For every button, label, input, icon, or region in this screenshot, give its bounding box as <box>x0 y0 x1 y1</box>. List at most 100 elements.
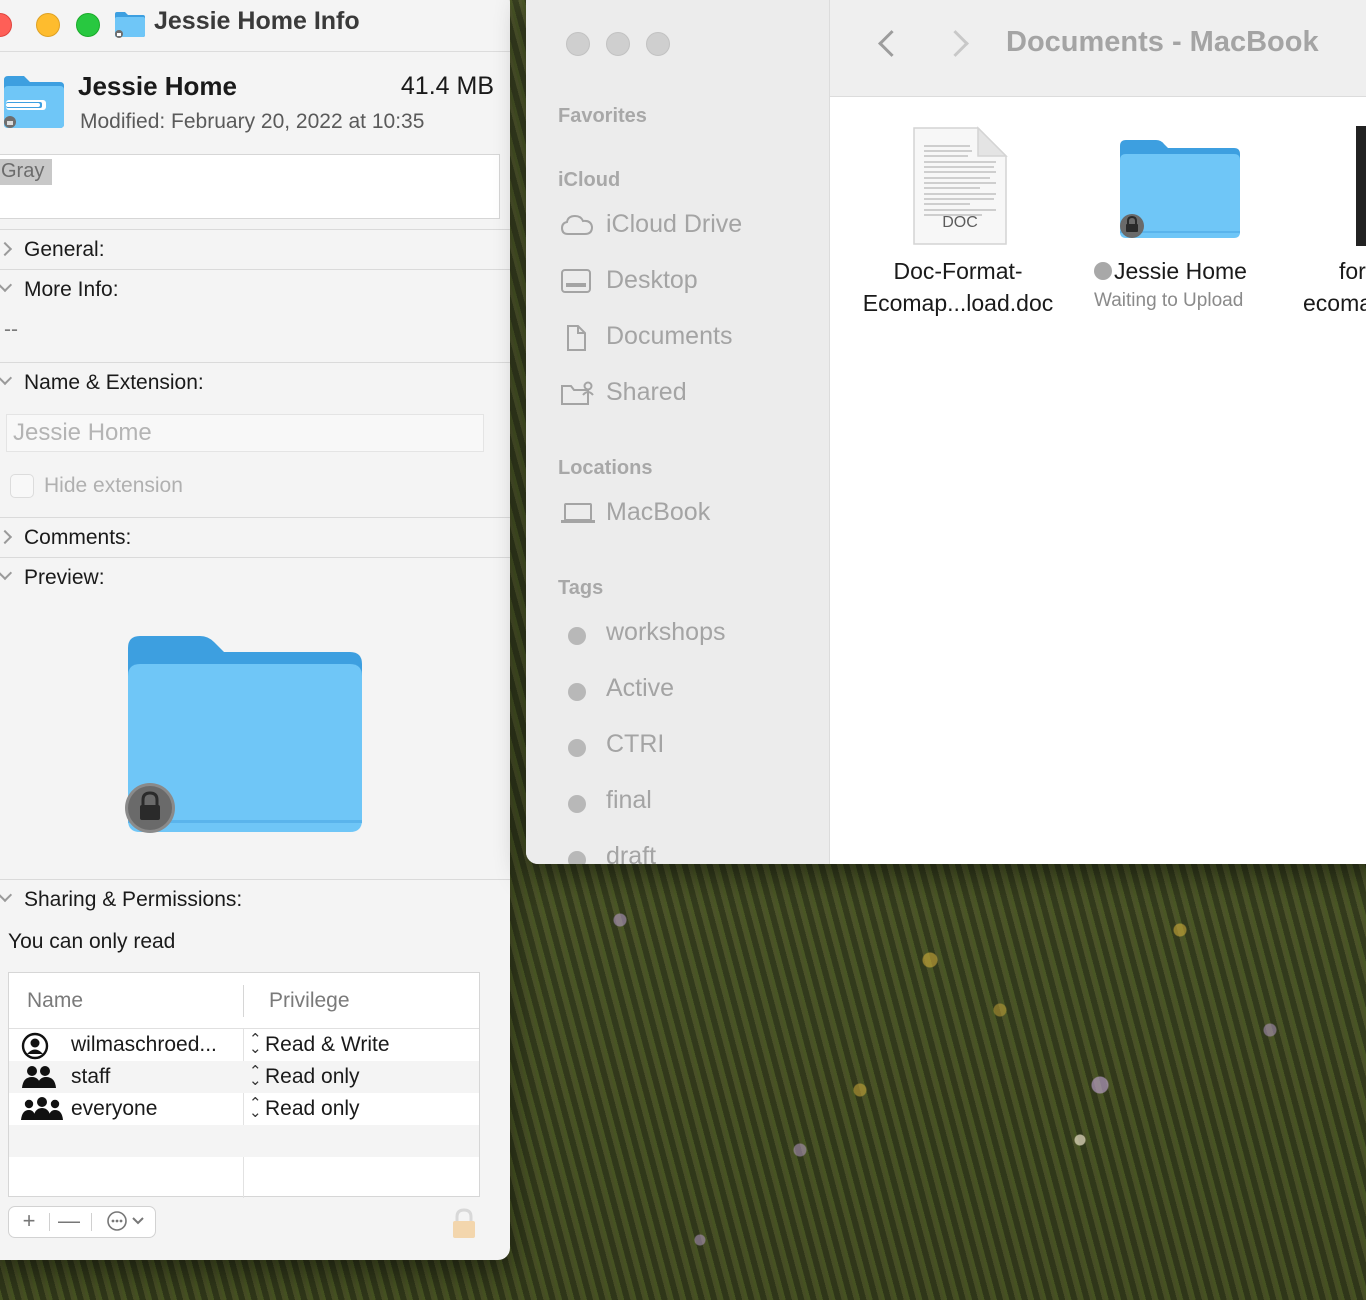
table-row[interactable]: staff ⌃ ⌄ Read only <box>9 1061 479 1093</box>
file-partial[interactable] <box>1354 126 1366 253</box>
sidebar-tag-workshops[interactable]: workshops <box>558 616 818 652</box>
minimize-button[interactable] <box>606 32 630 56</box>
lock-icon[interactable] <box>450 1208 478 1245</box>
chevron-down-icon <box>0 890 12 910</box>
sidebar-heading-favorites[interactable]: Favorites <box>558 105 647 128</box>
section-label: Comments: <box>24 526 132 549</box>
sidebar-tag-draft[interactable]: draft <box>558 840 818 864</box>
sidebar-heading-locations[interactable]: Locations <box>558 457 652 480</box>
section-label: Sharing & Permissions: <box>24 888 243 911</box>
file-name[interactable]: ecoma <box>1303 290 1366 317</box>
file-name[interactable]: for <box>1339 258 1366 285</box>
section-label: Name & Extension: <box>24 371 204 394</box>
zoom-button[interactable] <box>646 32 670 56</box>
table-row[interactable]: everyone ⌃ ⌄ Read only <box>9 1093 479 1125</box>
column-divider <box>243 985 244 1017</box>
tag-chip-gray[interactable]: Gray <box>0 159 53 185</box>
table-row-empty <box>9 1125 479 1157</box>
file-name[interactable]: Jessie Home <box>1114 258 1247 285</box>
remove-user-button[interactable]: — <box>53 1207 85 1237</box>
section-more-info[interactable]: More Info: <box>0 269 510 309</box>
sidebar-item-label: draft <box>606 842 657 864</box>
sidebar-item-desktop[interactable]: Desktop <box>558 264 818 300</box>
close-button[interactable] <box>566 32 590 56</box>
table-row[interactable]: wilmaschroed... ⌃ ⌄ Read & Write <box>9 1029 479 1061</box>
section-comments[interactable]: Comments: <box>0 517 510 557</box>
finder-toolbar: Documents - MacBook <box>830 0 1366 97</box>
permissions-table: Name Privilege wilmaschroed... ⌃ ⌄ Read &… <box>8 972 480 1198</box>
sidebar-tag-active[interactable]: Active <box>558 672 818 708</box>
file-upload-status: Waiting to Upload <box>1094 290 1244 311</box>
get-info-window: Jessie Home Info Jessie Home 41.4 MB Mod… <box>0 0 510 1260</box>
sidebar-item-label: MacBook <box>606 498 711 526</box>
tag-dot-icon <box>568 683 586 701</box>
gray-tag-dot-icon <box>1094 262 1112 280</box>
up-down-arrows-icon[interactable]: ⌃ ⌄ <box>249 1096 262 1120</box>
file-icon <box>1356 126 1366 246</box>
zoom-button[interactable] <box>76 13 100 37</box>
privilege-popup[interactable]: Read only <box>265 1065 360 1089</box>
back-button[interactable] <box>874 26 904 62</box>
chevron-down-icon <box>0 373 12 393</box>
file-name[interactable]: Doc-Format- <box>830 258 1086 285</box>
sidebar-item-label: final <box>606 786 652 814</box>
sidebar-tag-ctri[interactable]: CTRI <box>558 728 818 764</box>
close-button[interactable] <box>0 13 12 37</box>
sidebar-tag-final[interactable]: final <box>558 784 818 820</box>
chevron-right-icon <box>0 528 12 548</box>
sidebar-heading-tags[interactable]: Tags <box>558 577 603 600</box>
up-down-arrows-icon[interactable]: ⌃ ⌄ <box>249 1064 262 1088</box>
section-sharing-permissions[interactable]: Sharing & Permissions: <box>0 879 510 919</box>
group-icon <box>21 1064 57 1095</box>
sidebar-item-documents[interactable]: Documents <box>558 320 818 356</box>
more-info-value: -- <box>4 318 18 341</box>
user-name: everyone <box>71 1097 158 1120</box>
item-size: 41.4 MB <box>400 72 494 100</box>
folder-icon <box>2 74 66 135</box>
privilege-popup[interactable]: Read only <box>265 1097 360 1121</box>
permission-note: You can only read <box>8 930 176 953</box>
sidebar-item-icloud-drive[interactable]: iCloud Drive <box>558 208 818 244</box>
tags-field[interactable]: Gray <box>0 154 500 219</box>
chevron-down-icon <box>0 568 12 588</box>
sidebar-item-shared[interactable]: Shared <box>558 376 818 412</box>
column-header-privilege[interactable]: Privilege <box>269 989 350 1013</box>
info-titlebar: Jessie Home Info <box>0 0 510 52</box>
minimize-button[interactable] <box>36 13 60 37</box>
file-badge: DOC <box>942 214 978 231</box>
sidebar-item-label: iCloud Drive <box>606 210 743 238</box>
sidebar-item-macbook[interactable]: MacBook <box>558 496 818 532</box>
file-folder-jessie-home[interactable] <box>1116 136 1246 249</box>
sidebar-heading-icloud[interactable]: iCloud <box>558 169 620 192</box>
finder-window-title: Documents - MacBook <box>1006 26 1319 58</box>
user-name: staff <box>71 1065 111 1088</box>
tag-dot-icon <box>568 739 586 757</box>
chevron-right-icon <box>0 240 12 260</box>
section-preview[interactable]: Preview: <box>0 557 510 597</box>
column-header-name[interactable]: Name <box>27 989 83 1013</box>
section-general[interactable]: General: <box>0 229 510 269</box>
privilege-popup[interactable]: Read & Write <box>265 1033 390 1057</box>
add-user-button[interactable]: + <box>13 1207 45 1237</box>
section-name-extension[interactable]: Name & Extension: <box>0 362 510 402</box>
window-title: Jessie Home Info <box>154 7 360 35</box>
permissions-toolbar: + — <box>8 1206 156 1238</box>
up-down-arrows-icon[interactable]: ⌃ ⌄ <box>249 1032 262 1056</box>
hide-extension-checkbox[interactable] <box>10 474 34 498</box>
sidebar-item-label: Desktop <box>606 266 698 294</box>
finder-sidebar: Favorites iCloud iCloud Drive Desktop Do… <box>526 0 830 864</box>
section-label: Preview: <box>24 566 105 589</box>
finder-window: Favorites iCloud iCloud Drive Desktop Do… <box>526 0 1366 864</box>
everyone-icon <box>21 1096 63 1127</box>
file-doc-icon[interactable]: DOC <box>910 126 1010 253</box>
user-name: wilmaschroed... <box>71 1033 217 1056</box>
sidebar-item-label: Active <box>606 674 675 702</box>
sidebar-item-label: CTRI <box>606 730 665 758</box>
name-field[interactable] <box>6 414 484 452</box>
sidebar-item-label: workshops <box>606 618 726 646</box>
tag-dot-icon <box>568 627 586 645</box>
forward-button[interactable] <box>944 26 974 62</box>
sidebar-item-label: Shared <box>606 378 687 406</box>
action-menu-button[interactable] <box>97 1207 153 1237</box>
file-name[interactable]: Ecomap...load.doc <box>830 290 1086 317</box>
